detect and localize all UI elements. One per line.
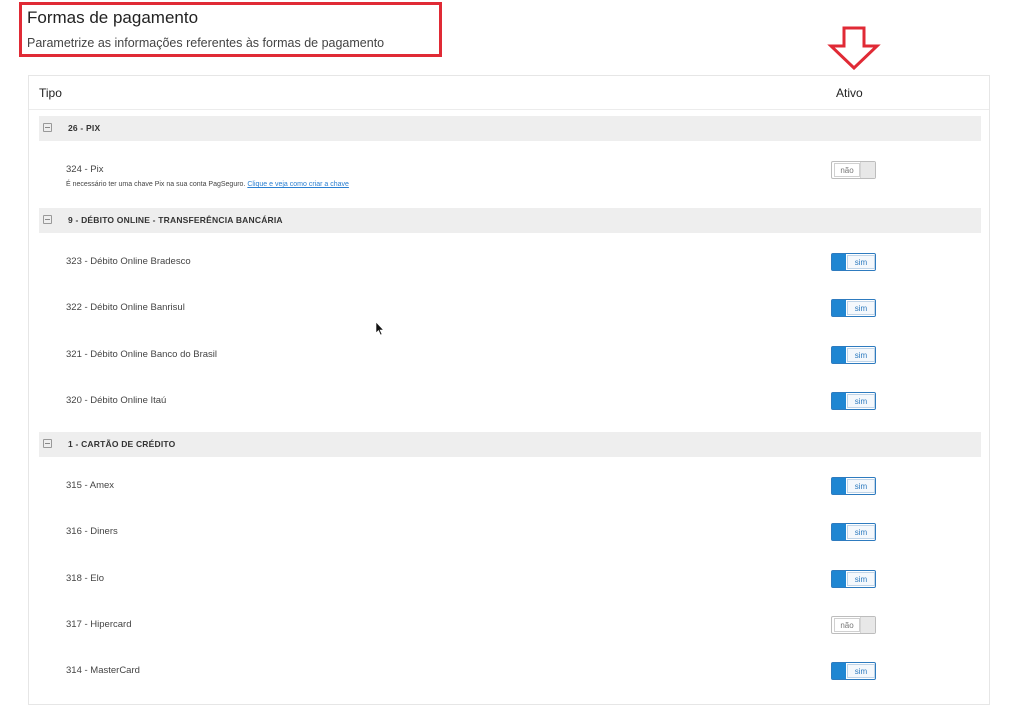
group-header-pix[interactable]: 26 - PIX	[39, 116, 981, 141]
group-label: 9 - DÉBITO ONLINE - TRANSFERÊNCIA BANCÁR…	[68, 215, 283, 225]
toggle-label: sim	[847, 525, 875, 539]
toggle-knob	[832, 393, 846, 409]
toggle-label: sim	[847, 664, 875, 678]
toggle-label: não	[834, 163, 860, 177]
active-toggle[interactable]: sim	[831, 346, 876, 364]
item-label: 317 - Hipercard	[66, 619, 132, 630]
toggle-knob	[860, 162, 875, 178]
active-toggle[interactable]: sim	[831, 523, 876, 541]
toggle-knob	[832, 347, 846, 363]
toggle-label: sim	[847, 255, 875, 269]
active-toggle[interactable]: sim	[831, 253, 876, 271]
toggle-knob	[860, 617, 875, 633]
item-label: 322 - Débito Online Banrisul	[66, 302, 185, 313]
item-label: 314 - MasterCard	[66, 665, 140, 676]
item-label: 318 - Elo	[66, 573, 105, 584]
minus-square-icon[interactable]	[43, 215, 52, 224]
column-header-tipo: Tipo	[39, 86, 62, 100]
toggle-knob	[832, 254, 846, 270]
active-toggle[interactable]: não	[831, 616, 876, 634]
toggle-label: não	[834, 618, 860, 632]
item-note-text: É necessário ter uma chave Pix na sua co…	[66, 181, 246, 188]
payment-methods-table: Tipo Ativo 26 - PIX 324 - Pix É necessár…	[28, 75, 990, 705]
active-toggle[interactable]: sim	[831, 299, 876, 317]
column-header-ativo: Ativo	[836, 86, 863, 100]
item-label: 323 - Débito Online Bradesco	[66, 256, 191, 267]
group-header-debito-online[interactable]: 9 - DÉBITO ONLINE - TRANSFERÊNCIA BANCÁR…	[39, 208, 981, 233]
toggle-knob	[832, 300, 846, 316]
page-subtitle: Parametrize as informações referentes às…	[27, 36, 385, 50]
toggle-knob	[832, 663, 846, 679]
mouse-pointer-icon	[375, 321, 385, 336]
arrow-down-icon	[827, 26, 881, 70]
active-toggle[interactable]: sim	[831, 662, 876, 680]
item-label: 320 - Débito Online Itaú	[66, 395, 167, 406]
minus-square-icon[interactable]	[43, 123, 52, 132]
table-header: Tipo Ativo	[29, 76, 989, 110]
create-pix-key-link[interactable]: Clique e veja como criar a chave	[247, 181, 349, 188]
toggle-label: sim	[847, 572, 875, 586]
item-note: É necessário ter uma chave Pix na sua co…	[66, 181, 349, 188]
group-header-cartao-credito[interactable]: 1 - CARTÃO DE CRÉDITO	[39, 432, 981, 457]
item-label: 316 - Diners	[66, 526, 118, 537]
toggle-knob	[832, 524, 846, 540]
toggle-label: sim	[847, 348, 875, 362]
item-label: 321 - Débito Online Banco do Brasil	[66, 349, 218, 360]
group-label: 1 - CARTÃO DE CRÉDITO	[68, 439, 176, 449]
toggle-knob	[832, 571, 846, 587]
page-title: Formas de pagamento	[27, 8, 199, 27]
active-toggle[interactable]: sim	[831, 477, 876, 495]
item-label: 324 - Pix	[66, 164, 104, 175]
toggle-label: sim	[847, 301, 875, 315]
item-label: 315 - Amex	[66, 480, 115, 491]
group-label: 26 - PIX	[68, 123, 101, 133]
toggle-label: sim	[847, 394, 875, 408]
toggle-knob	[832, 478, 846, 494]
active-toggle[interactable]: sim	[831, 570, 876, 588]
active-toggle[interactable]: sim	[831, 392, 876, 410]
active-toggle[interactable]: não	[831, 161, 876, 179]
minus-square-icon[interactable]	[43, 439, 52, 448]
toggle-label: sim	[847, 479, 875, 493]
